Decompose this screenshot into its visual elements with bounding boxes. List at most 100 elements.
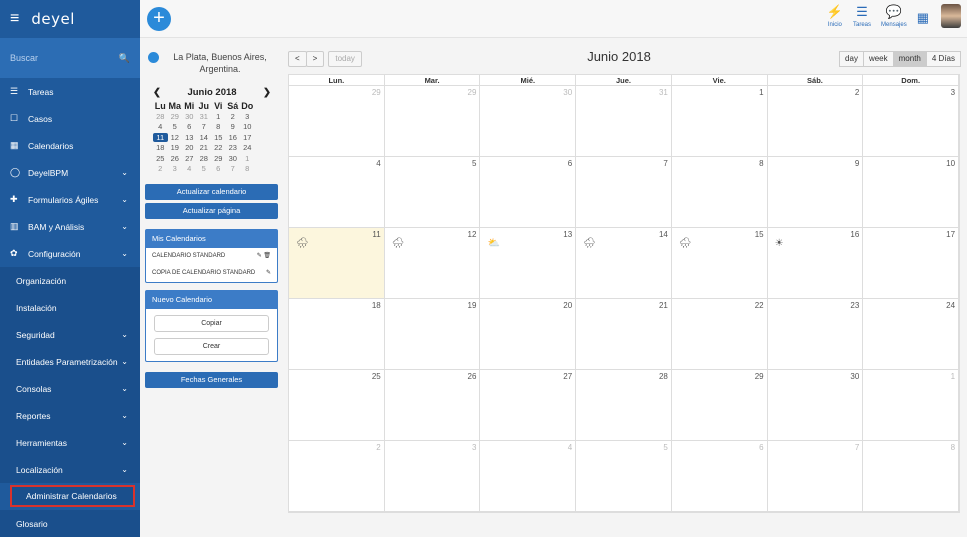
sidebar-subitem[interactable]: Herramientas ⌄ [0, 429, 140, 456]
mini-day[interactable]: 22 [211, 143, 226, 152]
mini-day[interactable]: 12 [168, 133, 183, 142]
search-icon[interactable]: 🔍 [119, 53, 130, 64]
calendar-day[interactable]: 24 [863, 299, 960, 369]
mini-day[interactable]: 1 [211, 112, 226, 121]
mini-day[interactable]: 9 [226, 122, 241, 131]
mini-next-icon[interactable]: ❯ [263, 87, 271, 98]
calendar-day[interactable]: 3 [863, 86, 960, 156]
mini-day[interactable]: 6 [211, 164, 226, 173]
mini-day[interactable]: 14 [197, 133, 212, 142]
view-week-button[interactable]: week [862, 51, 894, 67]
calendar-day[interactable]: 1 [672, 86, 768, 156]
search-box[interactable]: Buscar 🔍 [0, 38, 140, 78]
mini-day[interactable]: 2 [226, 112, 241, 121]
mini-day[interactable]: 28 [197, 154, 212, 163]
calendar-day[interactable]: 13 ⛅ [480, 228, 577, 298]
sidebar-subitem[interactable]: Instalación [0, 294, 140, 321]
calendar-day[interactable]: 8 [672, 157, 768, 227]
calendar-day[interactable]: 22 [672, 299, 768, 369]
add-button[interactable]: + [147, 7, 171, 31]
calendar-day[interactable]: 18 [289, 299, 385, 369]
mini-day[interactable]: 15 [211, 133, 226, 142]
calendar-day[interactable]: 23 [768, 299, 864, 369]
mini-day[interactable]: 11 [153, 132, 168, 142]
calendar-day[interactable]: 4 [480, 441, 577, 511]
sidebar-subitem[interactable]: Glosario [0, 510, 140, 537]
mini-day[interactable]: 1 [240, 154, 255, 163]
mini-day[interactable]: 30 [226, 154, 241, 163]
update-page-button[interactable]: Actualizar página [145, 203, 278, 219]
next-button[interactable]: > [305, 51, 325, 67]
calendar-day[interactable]: 30 [768, 370, 864, 440]
mini-day[interactable]: 16 [226, 133, 241, 142]
calendar-day[interactable]: 29 [385, 86, 481, 156]
sidebar-subitem[interactable]: Localización ⌄ [0, 456, 140, 483]
calendar-day[interactable]: 14 🌧 [576, 228, 672, 298]
view-month-button[interactable]: month [892, 51, 927, 67]
calendar-day[interactable]: 16 ☀ [768, 228, 864, 298]
mini-day[interactable]: 2 [153, 164, 168, 173]
calendar-day[interactable]: 2 [768, 86, 864, 156]
mini-day[interactable]: 24 [240, 143, 255, 152]
calendar-day[interactable]: 21 [576, 299, 672, 369]
mini-day[interactable]: 8 [211, 122, 226, 131]
mini-day[interactable]: 6 [182, 122, 197, 131]
mini-day[interactable]: 17 [240, 133, 255, 142]
mini-day[interactable]: 20 [182, 143, 197, 152]
mini-day[interactable]: 3 [240, 112, 255, 121]
mini-day[interactable]: 7 [226, 164, 241, 173]
mini-day[interactable]: 21 [197, 143, 212, 152]
calendar-day[interactable]: 3 [385, 441, 481, 511]
calendar-day[interactable]: 15 🌧 [672, 228, 768, 298]
calendar-day[interactable]: 1 [863, 370, 960, 440]
calendar-day[interactable]: 6 [480, 157, 577, 227]
mini-day[interactable]: 19 [168, 143, 183, 152]
calendar-day[interactable]: 8 [863, 441, 960, 511]
mensajes-icon[interactable]: 💬 [886, 4, 902, 22]
mini-day[interactable]: 3 [168, 164, 183, 173]
sidebar-subitem[interactable]: Entidades Parametrización ⌄ [0, 348, 140, 375]
sidebar-item[interactable]: ▥ BAM y Análisis ⌄ [0, 213, 140, 240]
calendar-day[interactable]: 30 [480, 86, 577, 156]
mini-day[interactable]: 26 [168, 154, 183, 163]
calendar-day[interactable]: 5 [576, 441, 672, 511]
today-button[interactable]: today [328, 51, 362, 67]
sidebar-item[interactable]: ☐ Casos [0, 105, 140, 132]
mini-day[interactable]: 5 [197, 164, 212, 173]
apps-grid-icon[interactable]: ▦ [917, 10, 929, 28]
sidebar-subitem[interactable]: Seguridad ⌄ [0, 321, 140, 348]
calendar-day[interactable]: 26 [385, 370, 481, 440]
mini-day[interactable]: 4 [153, 122, 168, 131]
calendar-day[interactable]: 4 [289, 157, 385, 227]
mini-day[interactable]: 25 [153, 154, 168, 163]
sidebar-item[interactable]: ▦ Calendarios [0, 132, 140, 159]
prev-button[interactable]: < [288, 51, 307, 67]
mensajes-button[interactable]: 💬 Mensajes [881, 4, 907, 28]
calendar-day[interactable]: 9 [768, 157, 864, 227]
hamburger-icon[interactable]: ≡ [10, 10, 19, 28]
sidebar-subitem[interactable]: Organización [0, 267, 140, 294]
inicio-icon[interactable]: ⚡ [827, 4, 843, 22]
calendar-day[interactable]: 11 🌧 [289, 228, 385, 298]
calendar-day[interactable]: 10 [863, 157, 960, 227]
edit-delete-icon[interactable]: ✎ [266, 265, 271, 282]
tareas-button[interactable]: ☰ Tareas [853, 4, 871, 28]
apps-grid-button[interactable]: ▦ [917, 10, 929, 28]
view-day-button[interactable]: day [839, 51, 864, 67]
mini-day[interactable]: 28 [153, 112, 168, 121]
mini-day[interactable]: 18 [153, 143, 168, 152]
sidebar-subitem[interactable]: Administrar Calendarios [10, 485, 135, 507]
calendar-day[interactable]: 7 [576, 157, 672, 227]
mini-day[interactable]: 5 [168, 122, 183, 131]
sidebar-item[interactable]: ◯ DeyelBPM ⌄ [0, 159, 140, 186]
mini-day[interactable]: 23 [226, 143, 241, 152]
calendar-day[interactable]: 5 [385, 157, 481, 227]
copy-button[interactable]: Copiar [154, 315, 269, 332]
search-input[interactable]: Buscar [10, 53, 38, 63]
calendar-day[interactable]: 6 [672, 441, 768, 511]
mini-day[interactable]: 29 [211, 154, 226, 163]
sidebar-subitem[interactable]: Reportes ⌄ [0, 402, 140, 429]
mini-day[interactable]: 8 [240, 164, 255, 173]
calendar-item[interactable]: CALENDARIO STANDARD ✎ 🗑 [146, 248, 277, 265]
calendar-item-label[interactable]: COPIA DE CALENDARIO STANDARD [152, 265, 255, 282]
